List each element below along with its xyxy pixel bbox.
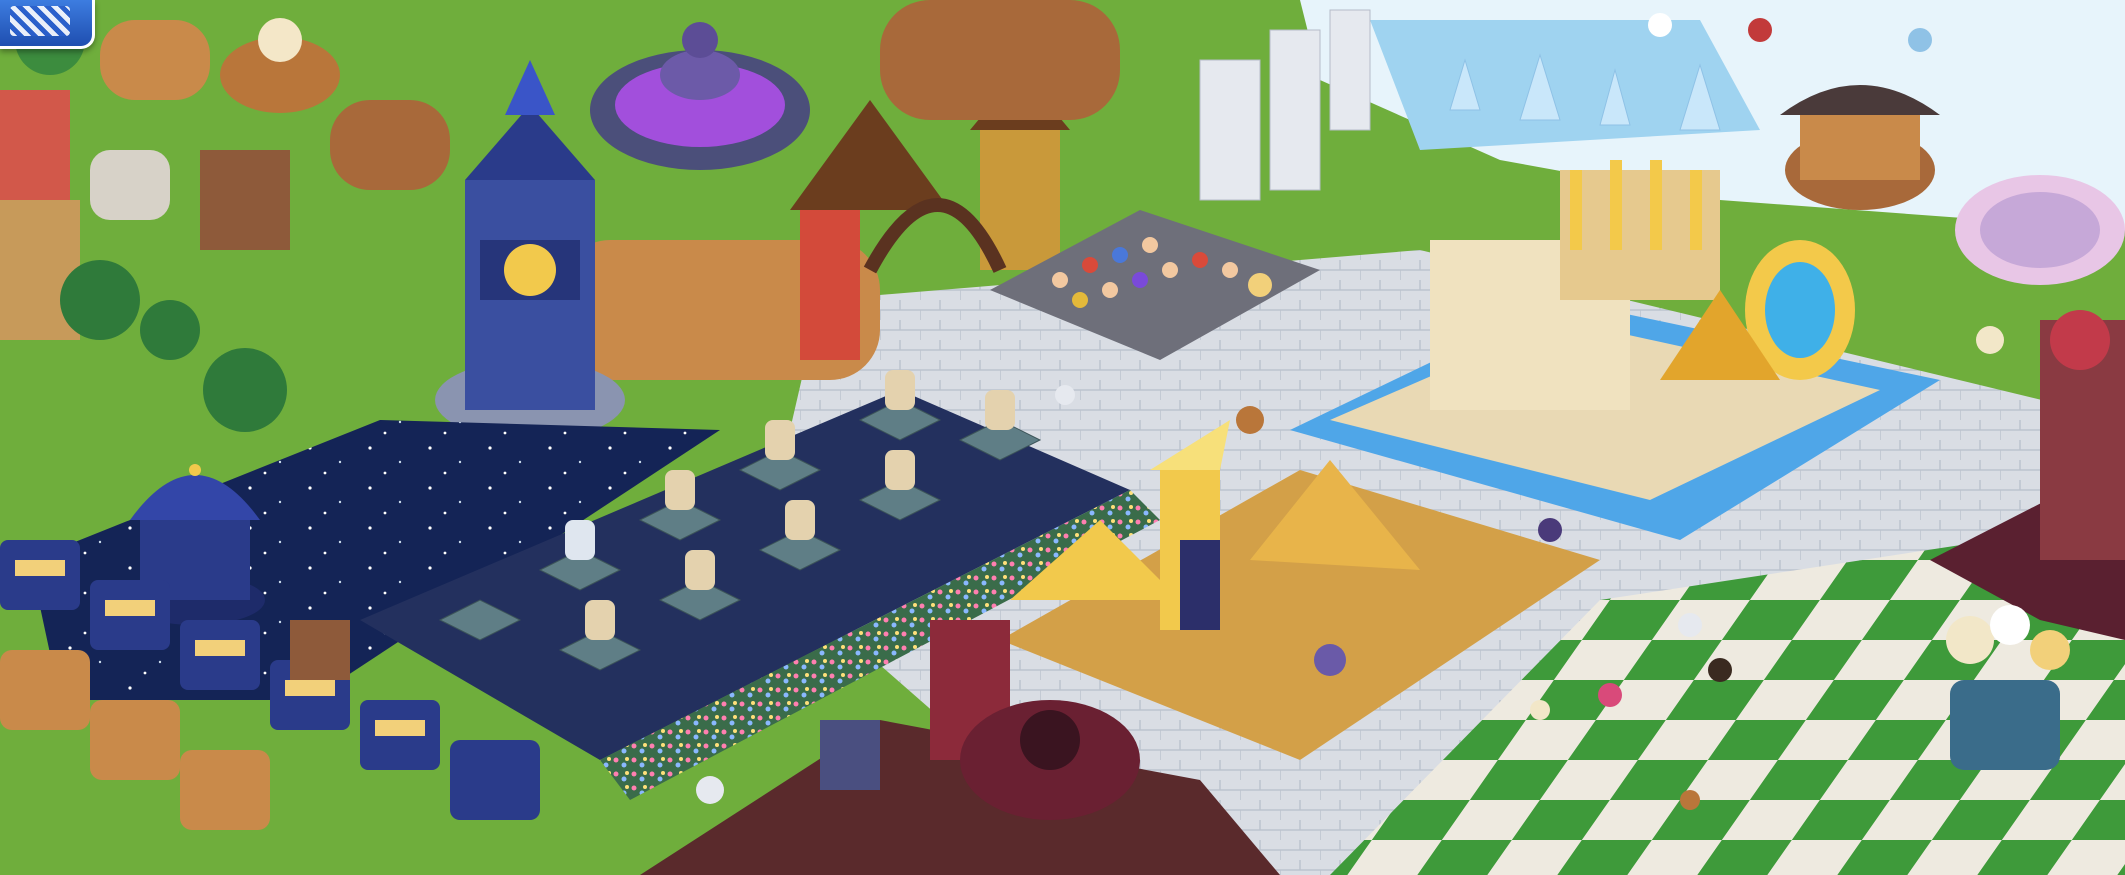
menu-grip-icon [10, 6, 70, 36]
lily-pond-water [1980, 192, 2100, 268]
cake-gazebo[interactable] [1780, 85, 1940, 210]
isometric-map[interactable] [0, 0, 2125, 875]
kingdom-view[interactable] [0, 0, 2125, 875]
menu-button[interactable] [0, 0, 95, 49]
